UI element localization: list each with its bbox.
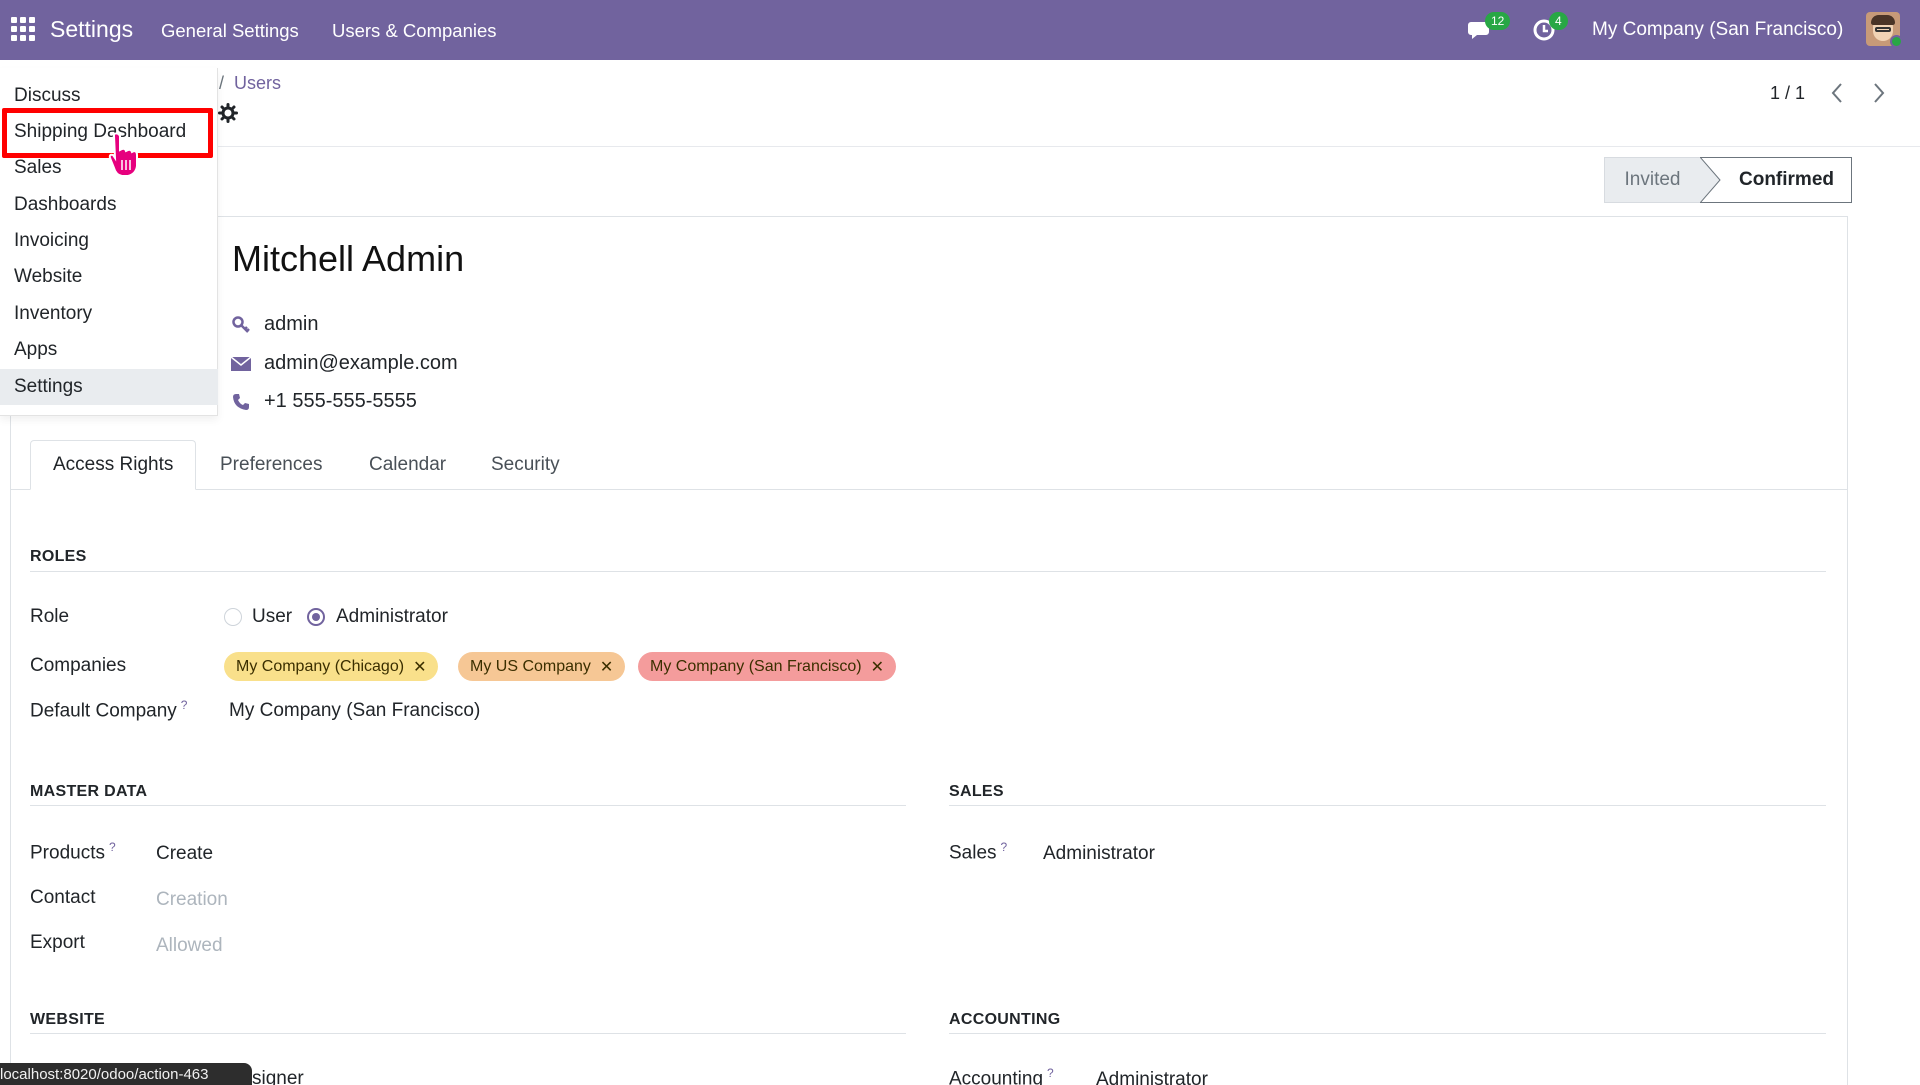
tab-access-rights[interactable]: Access Rights: [30, 440, 197, 490]
menu-users-companies[interactable]: Users & Companies: [332, 20, 497, 42]
app-item-apps[interactable]: Apps: [0, 332, 218, 368]
company-tag[interactable]: My Company (San Francisco) ✕: [638, 652, 897, 681]
help-icon[interactable]: ?: [181, 698, 188, 712]
company-tag-label: My Company (Chicago): [236, 657, 405, 675]
section-master-data-title: MASTER DATA: [30, 783, 148, 800]
tab-calendar[interactable]: Calendar: [347, 440, 468, 490]
hand-cursor-icon: [108, 132, 138, 177]
company-switcher[interactable]: My Company (San Francisco): [1592, 19, 1843, 41]
app-item-inventory[interactable]: Inventory: [0, 296, 218, 332]
role-administrator-radio[interactable]: [307, 608, 325, 626]
export-label: Export: [30, 932, 85, 953]
sales-field[interactable]: Administrator: [1043, 843, 1155, 865]
messages-badge: 12: [1485, 12, 1511, 30]
default-company-label: Default Company?: [30, 698, 188, 722]
status-confirmed[interactable]: Confirmed: [1722, 157, 1852, 203]
section-accounting-rule: [949, 1033, 1826, 1034]
user-phone[interactable]: +1 555-555-5555: [264, 390, 417, 413]
companies-label: Companies: [30, 655, 127, 676]
key-icon: [230, 314, 252, 336]
email-row: admin@example.com: [230, 352, 458, 375]
sales-label: Sales?: [949, 840, 1008, 864]
remove-tag-icon[interactable]: ✕: [600, 657, 613, 677]
tab-preferences[interactable]: Preferences: [198, 440, 344, 490]
pager-value[interactable]: 1 / 1: [1770, 83, 1805, 104]
company-tag[interactable]: My US Company ✕: [458, 652, 626, 681]
section-sales-rule: [949, 805, 1826, 806]
user-login[interactable]: admin: [264, 313, 318, 336]
online-status-dot: [1890, 35, 1903, 48]
pager-next-button[interactable]: [1862, 77, 1896, 109]
url-status-tooltip: localhost:8020/odoo/action-463: [0, 1063, 252, 1085]
section-roles-rule: [30, 571, 1826, 572]
contact-field[interactable]: Creation: [156, 889, 228, 911]
app-item-website[interactable]: Website: [0, 259, 218, 295]
top-navbar: Settings General Settings Users & Compan…: [0, 0, 1920, 60]
chevron-right-icon: [1874, 83, 1885, 103]
website-field[interactable]: signer: [252, 1068, 304, 1085]
control-panel-divider: [0, 146, 1920, 147]
role-label: Role: [30, 606, 70, 627]
envelope-icon: [230, 353, 252, 375]
user-name[interactable]: Mitchell Admin: [232, 238, 464, 280]
help-icon[interactable]: ?: [1001, 840, 1008, 854]
section-accounting-title: ACCOUNTING: [949, 1011, 1061, 1028]
form-sheet: [10, 216, 1848, 1085]
app-item-dashboards[interactable]: Dashboards: [0, 187, 218, 223]
remove-tag-icon[interactable]: ✕: [413, 657, 426, 677]
breadcrumb-current[interactable]: Users: [234, 73, 281, 93]
role-administrator-label[interactable]: Administrator: [336, 606, 448, 628]
login-row: admin: [230, 313, 318, 336]
app-brand[interactable]: Settings: [50, 16, 133, 43]
tab-security[interactable]: Security: [469, 440, 582, 490]
company-tag[interactable]: My Company (Chicago) ✕: [224, 652, 439, 681]
app-item-settings[interactable]: Settings: [0, 369, 218, 405]
app-item-invoicing[interactable]: Invoicing: [0, 223, 218, 259]
products-label: Products?: [30, 840, 116, 864]
contact-label: Contact: [30, 887, 96, 908]
section-master-data-rule: [30, 805, 906, 806]
breadcrumb-separator: /: [219, 73, 225, 93]
company-tag-label: My US Company: [470, 657, 591, 675]
help-icon[interactable]: ?: [109, 840, 116, 854]
accounting-field[interactable]: Administrator: [1096, 1069, 1208, 1085]
messages-button[interactable]: 12: [1468, 12, 1511, 46]
gear-icon[interactable]: [218, 103, 238, 123]
role-user-label[interactable]: User: [252, 606, 292, 628]
help-icon[interactable]: ?: [1047, 1066, 1054, 1080]
phone-row: +1 555-555-5555: [230, 390, 417, 413]
menu-general-settings[interactable]: General Settings: [161, 20, 299, 42]
default-company-field[interactable]: My Company (San Francisco): [229, 700, 480, 722]
apps-grid-icon[interactable]: [11, 17, 35, 41]
section-website-title: WEBSITE: [30, 1011, 105, 1028]
activities-badge: 4: [1549, 12, 1568, 30]
status-invited[interactable]: Invited: [1604, 157, 1700, 203]
section-website-rule: [30, 1033, 906, 1034]
status-bar: Invited Confirmed: [1604, 157, 1852, 203]
section-roles-title: ROLES: [30, 548, 87, 565]
user-email[interactable]: admin@example.com: [264, 352, 458, 375]
activities-button[interactable]: 4: [1532, 12, 1568, 46]
section-sales-title: SALES: [949, 783, 1004, 800]
company-tag-label: My Company (San Francisco): [650, 657, 862, 675]
phone-icon: [230, 391, 252, 413]
export-field[interactable]: Allowed: [156, 935, 223, 957]
breadcrumb: / Users: [219, 73, 281, 94]
remove-tag-icon[interactable]: ✕: [871, 657, 884, 677]
chevron-left-icon: [1831, 83, 1842, 103]
products-field[interactable]: Create: [156, 843, 213, 865]
accounting-label: Accounting?: [949, 1066, 1054, 1085]
status-arrow: [1700, 157, 1722, 203]
role-user-radio[interactable]: [224, 608, 242, 626]
pager-previous-button[interactable]: [1820, 77, 1854, 109]
